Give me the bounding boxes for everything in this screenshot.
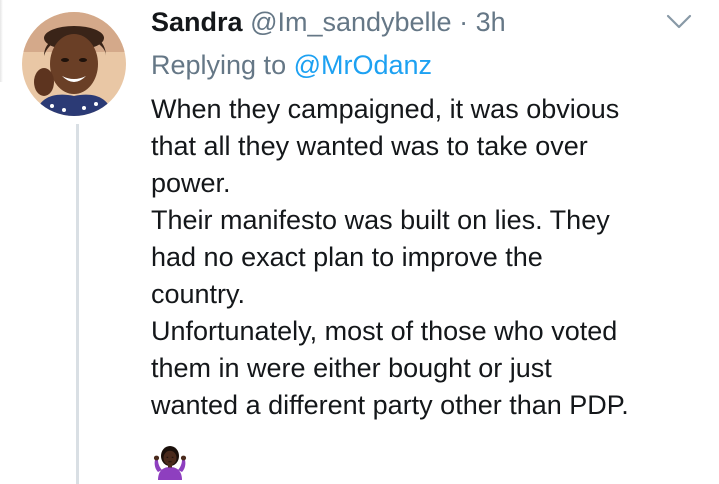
tweet-text-line: Their manifesto was built on lies. They <box>151 205 610 235</box>
author-name[interactable]: Sandra <box>151 7 243 37</box>
tweet-text-line: Unfortunately, most of those who voted <box>151 316 618 346</box>
tweet-text-line: that all they wanted was to take over <box>151 131 588 161</box>
thread-connector-line <box>76 124 79 484</box>
profile-photo <box>22 12 126 116</box>
tweet-text: When they campaigned, it was obvious tha… <box>151 91 711 424</box>
replying-to-label: Replying to <box>151 50 287 80</box>
timestamp[interactable]: 3h <box>476 7 506 37</box>
replying-to-handle-link[interactable]: @MrOdanz <box>294 50 432 80</box>
tweet-text-line: them in were either bought or just <box>151 353 552 383</box>
separator-dot: · <box>459 7 469 37</box>
replying-to: Replying to @MrOdanz <box>151 47 432 83</box>
tweet-text-line: power. <box>151 168 231 198</box>
left-edge-shadow <box>0 0 3 82</box>
tweet-text-line: When they campaigned, it was obvious <box>151 94 620 124</box>
tweet-header: Sandra @Im_sandybelle · 3h <box>151 4 506 40</box>
tweet-text-line: had no exact plan to improve the <box>151 242 543 272</box>
tweet-text-line: country. <box>151 279 246 309</box>
tweet-text-line: wanted a different party other than PDP. <box>151 390 629 420</box>
chevron-down-icon[interactable] <box>666 14 692 30</box>
author-handle[interactable]: @Im_sandybelle <box>250 7 452 37</box>
person-shrugging-emoji <box>153 446 187 480</box>
avatar[interactable] <box>22 12 126 116</box>
